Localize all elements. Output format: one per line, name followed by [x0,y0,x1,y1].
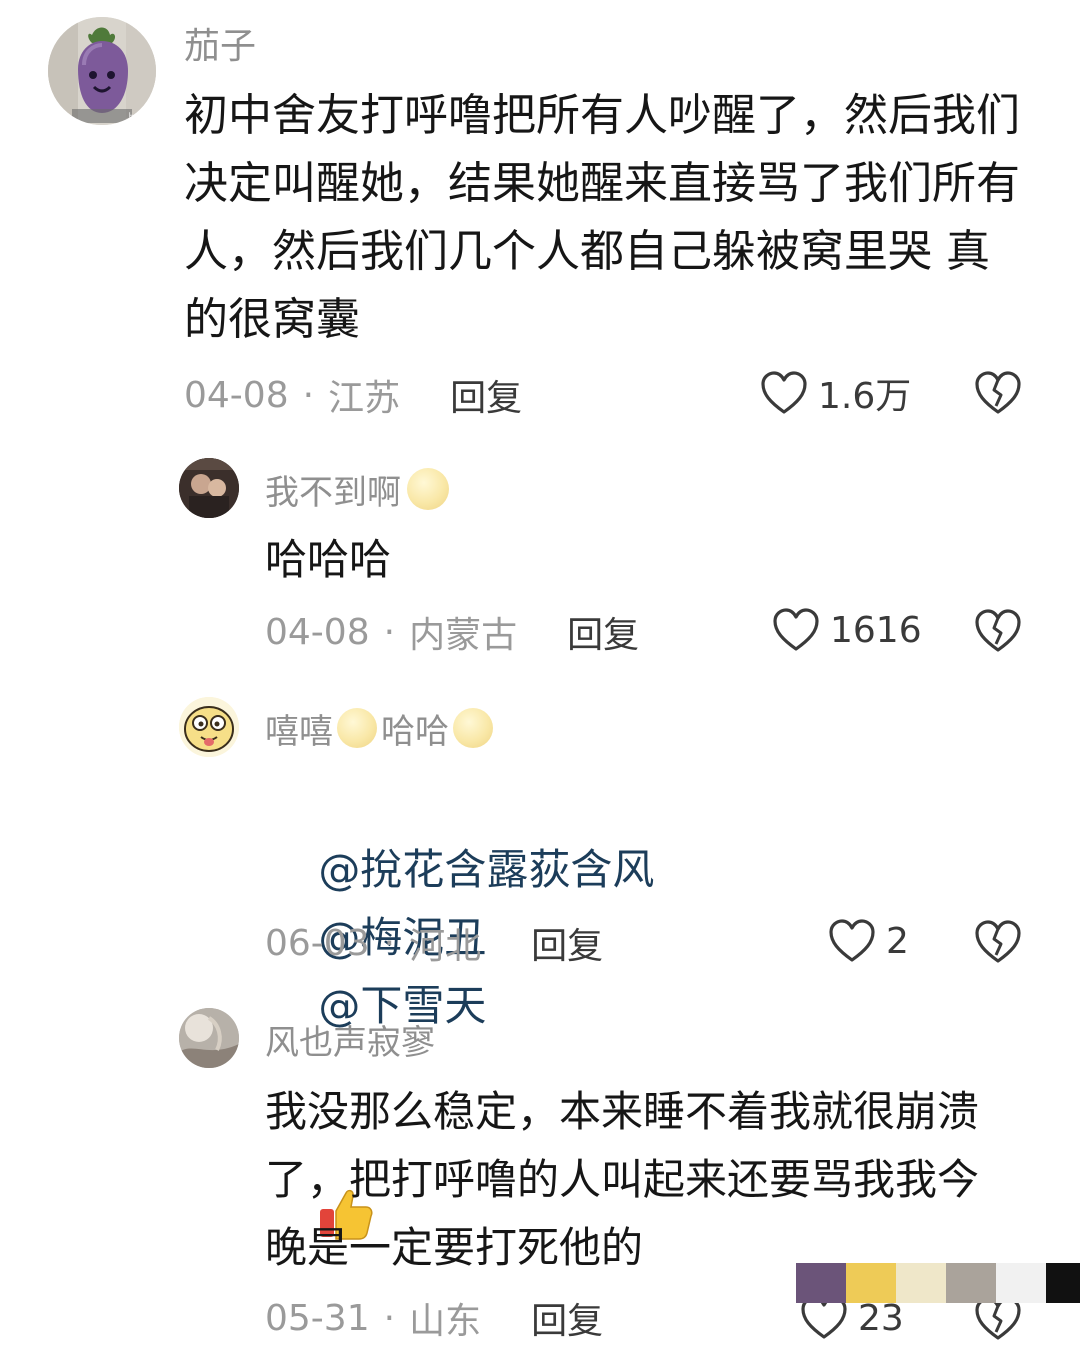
like-button[interactable]: 1616 [772,605,922,655]
painting-avatar-icon [179,1008,239,1068]
meta-separator: · [302,374,315,416]
grin-emoji-icon [337,708,377,748]
avatar[interactable] [179,1008,239,1068]
username-text-part1: 嘻嘻 [265,711,333,752]
username[interactable]: 茄子 [184,20,256,67]
heart-outline-icon [761,371,807,414]
reply-button[interactable]: 回复 [531,1292,603,1344]
comment-date: 05-31 [265,1297,370,1339]
dislike-button[interactable] [974,919,1022,965]
like-count: 1616 [830,609,922,651]
heart-outline-icon [773,608,819,651]
username[interactable]: 嘻嘻 哈哈 [265,705,493,752]
like-count: 2 [886,920,909,962]
reply-button[interactable]: 回复 [567,606,639,658]
palette-swatch [896,1263,946,1303]
reply-button[interactable]: 回复 [450,369,522,421]
broken-heart-icon [975,609,1021,652]
broken-heart-icon [975,371,1021,414]
comment-meta: 04-08 · 内蒙古 回复 [265,607,639,657]
username-text-part2: 哈哈 [381,711,449,752]
palette-swatch [996,1263,1046,1303]
avatar[interactable]: 上火 [48,17,156,125]
comment-text: 初中舍友打呼噜把所有人吵醒了，然后我们 决定叫醒她，结果她醒来直接骂了我们所有 … [184,90,1020,345]
avatar[interactable] [179,458,239,518]
username[interactable]: 风也声寂寥 [265,1016,435,1063]
comment-location: 山东 [409,1301,482,1342]
comment-location: 内蒙古 [409,615,518,656]
palette-swatch [846,1263,896,1303]
reply-button[interactable]: 回复 [531,917,603,969]
comment-meta: 06-03 · 河北 回复 [265,918,603,968]
mention-link[interactable]: @挩花含露荻含风 [318,845,654,894]
username-text: 我不到啊 [265,472,401,513]
color-palette-strip [796,1263,1080,1303]
sweat-smile-emoji-icon [407,468,449,510]
comment-text: 我没那么稳定，本来睡不着我就很崩溃 了，把打呼噜的人叫起来还要骂我我今 晚是一定… [265,1087,980,1272]
comment-meta: 04-08 · 江苏 回复 [184,370,522,420]
username[interactable]: 我不到啊 [265,466,449,513]
photo-avatar-icon [179,458,239,518]
meta-separator: · [383,1297,396,1339]
like-button[interactable]: 1.6万 [760,368,911,418]
comment-location: 河北 [409,926,482,967]
dislike-button[interactable] [974,370,1022,416]
palette-swatch [796,1263,846,1303]
eggplant-avatar-icon: 上火 [48,17,156,125]
comment-location: 江苏 [328,378,401,419]
smile-emoji-icon [453,708,493,748]
like-count: 1.6万 [818,376,912,417]
heart-outline-icon [829,919,875,962]
like-count: 23 [858,1297,904,1339]
avatar[interactable] [179,697,239,757]
meta-separator: · [383,611,396,653]
comment-date: 04-08 [184,374,289,416]
comment-date: 06-03 [265,922,370,964]
meta-separator: · [383,922,396,964]
svg-text:上火: 上火 [126,112,142,121]
dislike-button[interactable] [974,608,1022,654]
comment-meta: 05-31 · 山东 回复 [265,1293,603,1343]
cartoon-face-avatar-icon [179,697,239,757]
comment-date: 04-08 [265,611,370,653]
comment-text: 哈哈哈 [265,535,392,584]
broken-heart-icon [975,920,1021,963]
palette-swatch [946,1263,996,1303]
palette-swatch [1046,1263,1080,1303]
like-button[interactable]: 2 [828,916,909,966]
